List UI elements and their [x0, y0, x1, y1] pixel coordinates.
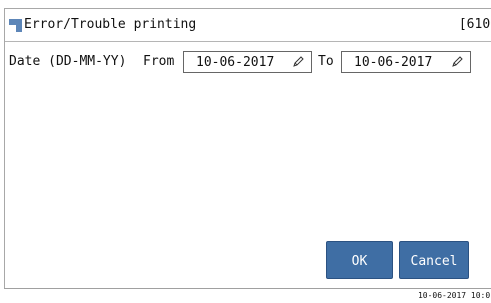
status-bar: 10-06-2017 10:0( [0, 288, 491, 303]
to-label: To [318, 54, 334, 69]
date-format-label: Date (DD-MM-YY) [9, 54, 127, 69]
dialog-panel: Error/Trouble printing [6100 Date (DD-MM… [4, 8, 491, 290]
cancel-button[interactable]: Cancel [399, 241, 469, 279]
title-bar: Error/Trouble printing [6100 [5, 9, 491, 42]
from-date-value: 10-06-2017 [196, 55, 275, 70]
from-date-field[interactable]: 10-06-2017 [183, 51, 312, 73]
screen-code: [6100 [458, 17, 491, 32]
from-label: From [143, 54, 175, 69]
status-divider [4, 288, 491, 289]
to-date-value: 10-06-2017 [354, 55, 433, 70]
status-datetime: 10-06-2017 10:0( [417, 291, 491, 300]
ok-button[interactable]: OK [326, 241, 393, 279]
dialog-title: Error/Trouble printing [24, 17, 197, 32]
to-date-field[interactable]: 10-06-2017 [341, 51, 471, 73]
date-filter-row: Date (DD-MM-YY) From 10-06-2017 To 10-06… [5, 49, 491, 75]
pencil-icon [452, 56, 463, 67]
pencil-icon [293, 56, 304, 67]
window-icon [9, 19, 22, 32]
